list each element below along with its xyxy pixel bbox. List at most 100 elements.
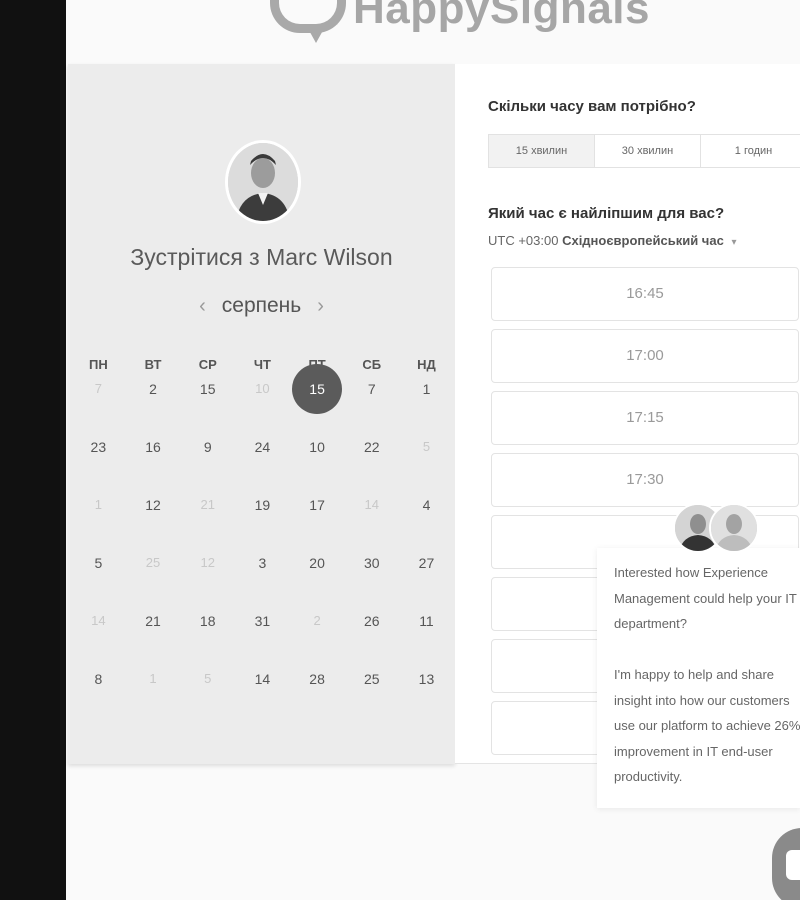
calendar-day[interactable]: 4 [399,496,454,554]
chat-agent-avatar [709,503,759,553]
day-number: 30 [363,555,380,571]
day-number: 11 [419,613,434,629]
month-navigation: ‹ серпень › [68,294,455,318]
day-number: 1 [422,381,431,397]
timezone-name: Східноєвропейський час [562,233,724,248]
day-number: 5 [204,671,212,686]
duration-option[interactable]: 1 годин [701,135,800,167]
day-number: 14 [364,497,380,512]
day-number: 2 [149,381,157,397]
day-number: 12 [200,555,215,570]
weekday-label: ПН [88,357,108,372]
calendar-day[interactable]: 18 [180,612,235,670]
calendar-day[interactable]: 27 [399,554,454,612]
timezone-selector[interactable]: UTC +03:00 Східноєвропейський час ▾ [488,233,736,248]
calendar-day[interactable]: 2 [126,380,181,438]
calendar-day[interactable]: 30 [344,554,399,612]
calendar-day: 10 [235,380,290,438]
prev-month-chevron-icon[interactable]: ‹ [199,295,206,318]
day-number: 9 [203,439,212,455]
duration-selector: 15 хвилин 30 хвилин 1 годин [488,134,800,168]
day-number: 5 [422,439,431,454]
host-calendar-panel: Зустрітися з Marc Wilson ‹ серпень › ПН В… [68,64,455,764]
day-number: 10 [255,381,270,396]
day-number: 1 [94,497,102,512]
chat-launcher-button[interactable] [772,828,800,900]
selected-day[interactable]: 15 [290,364,345,438]
calendar-day[interactable]: 10 [290,438,345,496]
calendar-day[interactable]: 12 [126,496,181,554]
day-number: 15 [292,364,343,414]
calendar-day: 21 [180,496,235,554]
day-number: 23 [90,439,107,455]
day-number: 26 [363,613,380,629]
day-number: 5 [94,555,103,571]
calendar-day[interactable]: 31 [235,612,290,670]
calendar-day[interactable]: 19 [235,496,290,554]
day-number: 16 [145,439,161,455]
calendar-day[interactable]: 26 [344,612,399,670]
calendar-day[interactable]: 3 [235,554,290,612]
chat-popup[interactable]: Interested how Experience Management cou… [597,548,800,808]
day-number: 12 [145,497,161,513]
day-number: 18 [199,613,216,629]
day-number: 22 [363,439,380,455]
host-avatar [225,140,301,224]
speech-bubble-logo-icon [270,0,346,43]
time-slot[interactable]: 16:45 [491,267,799,321]
calendar-day[interactable]: 7 [344,380,399,438]
day-number: 25 [145,555,161,570]
day-number: 1 [149,671,157,686]
day-number: 7 [367,381,376,397]
time-slot[interactable]: 17:15 [491,391,799,445]
calendar-day[interactable]: 8 [71,670,126,728]
day-number: 31 [254,613,271,629]
calendar-day[interactable]: 22 [344,438,399,496]
chat-message: Interested how Experience Management cou… [614,565,800,784]
weekday-label: ВТ [144,357,162,372]
calendar-day: 2 [290,612,345,670]
calendar-day[interactable]: 9 [180,438,235,496]
time-question: Який час є найліпшим для вас? [488,205,725,222]
calendar-day: 5 [399,438,454,496]
brand-logo: HappySignals [270,0,650,43]
timezone-offset: UTC +03:00 [488,233,559,248]
calendar-day[interactable]: 25 [344,670,399,728]
calendar-day: 14 [344,496,399,554]
calendar-day[interactable]: 11 [399,612,454,670]
calendar-day: 25 [126,554,181,612]
calendar-day: 7 [71,380,126,438]
day-number: 24 [254,439,271,455]
brand-name: HappySignals [353,0,650,33]
calendar-day[interactable]: 20 [290,554,345,612]
calendar-day[interactable]: 13 [399,670,454,728]
calendar-day[interactable]: 16 [126,438,181,496]
time-slot[interactable]: 17:00 [491,329,799,383]
calendar-day[interactable]: 21 [126,612,181,670]
calendar-day[interactable]: 1 [399,380,454,438]
day-number: 15 [199,381,216,397]
duration-option[interactable]: 15 хвилин [489,135,595,167]
calendar-day[interactable]: 28 [290,670,345,728]
duration-option[interactable]: 30 хвилин [595,135,701,167]
calendar-day: 12 [180,554,235,612]
time-slot[interactable]: 17:30 [491,453,799,507]
day-number: 3 [258,555,267,571]
calendar-day[interactable]: 14 [235,670,290,728]
calendar-day: 5 [180,670,235,728]
calendar-day[interactable]: 23 [71,438,126,496]
weekday-label: НД [417,357,436,372]
calendar-day: 14 [71,612,126,670]
calendar-day[interactable]: 24 [235,438,290,496]
calendar-day: 1 [126,670,181,728]
weekday-header: ПНВТСРЧТПТСБНД [71,357,455,372]
day-number: 20 [309,555,325,571]
calendar-day[interactable]: 17 [290,496,345,554]
next-month-chevron-icon[interactable]: › [317,295,324,318]
calendar-grid: 7 2 15 10 15 7 1 23 16 9 24 10 22 5 1 12 21 19 17 14 4 5 25 12 3… [71,364,455,728]
weekday-label: СБ [362,357,382,372]
calendar-day[interactable]: 5 [71,554,126,612]
chevron-down-icon: ▾ [731,237,737,248]
day-number: 17 [309,497,325,513]
calendar-day[interactable]: 15 [180,380,235,438]
